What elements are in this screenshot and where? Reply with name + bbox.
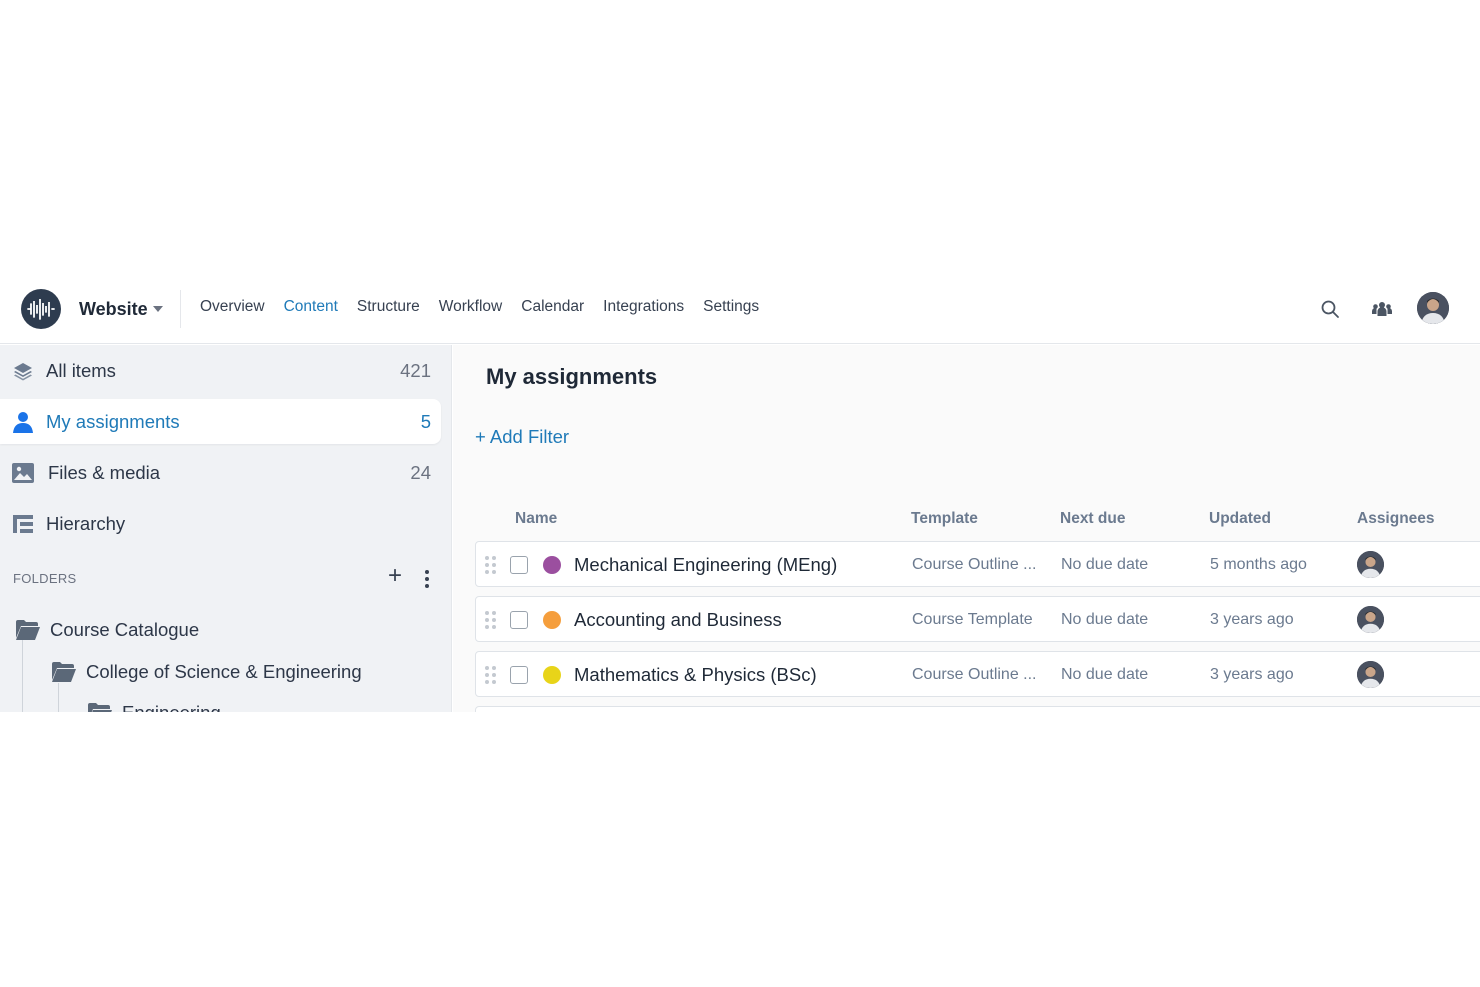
header-divider xyxy=(180,290,181,328)
main-content: My assignments + Add Filter Name Templat… xyxy=(453,345,1480,712)
item-name[interactable]: Mechanical Engineering (MEng) xyxy=(574,554,837,576)
sidebar: All items 421 My assignments 5 Files & m… xyxy=(0,345,452,712)
sidebar-item-count: 5 xyxy=(420,410,431,432)
status-dot xyxy=(543,556,561,574)
nav-settings[interactable]: Settings xyxy=(703,298,759,316)
user-avatar[interactable] xyxy=(1417,292,1449,324)
app-logo[interactable] xyxy=(21,289,61,329)
folder-label: Engineering xyxy=(122,702,221,712)
add-filter-button[interactable]: + Add Filter xyxy=(475,426,569,448)
nav-workflow[interactable]: Workflow xyxy=(439,298,502,316)
folder-engineering[interactable]: Engineering xyxy=(88,699,221,712)
item-updated: 3 years ago xyxy=(1210,666,1294,683)
folder-label: Course Catalogue xyxy=(50,619,200,640)
table-row[interactable]: Accounting and Business Course Template … xyxy=(475,596,1480,642)
user-icon xyxy=(12,411,34,433)
nav-content[interactable]: Content xyxy=(284,298,338,316)
column-header-assignees[interactable]: Assignees xyxy=(1357,510,1435,528)
row-checkbox[interactable] xyxy=(510,556,528,574)
item-next-due: No due date xyxy=(1061,556,1149,573)
app-window: Website Overview Content Structure Workf… xyxy=(0,272,1480,712)
sidebar-item-my-assignments[interactable]: My assignments 5 xyxy=(0,399,441,444)
item-template: Course Outline ... xyxy=(912,666,1037,683)
nav-overview[interactable]: Overview xyxy=(200,298,265,316)
table-row[interactable]: Mathematics & Physics (BSc) Course Outli… xyxy=(475,651,1480,697)
nav-integrations[interactable]: Integrations xyxy=(603,298,684,316)
row-checkbox[interactable] xyxy=(510,611,528,629)
folder-college-science-engineering[interactable]: College of Science & Engineering xyxy=(52,658,362,686)
column-header-template[interactable]: Template xyxy=(911,510,978,528)
hierarchy-icon xyxy=(12,513,34,535)
sidebar-item-label: My assignments xyxy=(46,410,180,432)
add-folder-button[interactable]: + xyxy=(385,564,405,588)
page-title: My assignments xyxy=(486,364,658,389)
table-row[interactable] xyxy=(475,706,1480,712)
nav-structure[interactable]: Structure xyxy=(357,298,420,316)
folders-heading: FOLDERS xyxy=(13,571,77,586)
item-updated: 5 months ago xyxy=(1210,556,1307,573)
more-options-icon[interactable] xyxy=(420,567,434,591)
folder-course-catalogue[interactable]: Course Catalogue xyxy=(16,616,199,644)
folder-open-icon xyxy=(16,620,40,640)
waveform-icon xyxy=(27,299,55,320)
assignee-avatar[interactable] xyxy=(1357,551,1384,578)
sidebar-item-hierarchy[interactable]: Hierarchy xyxy=(0,501,441,546)
item-next-due: No due date xyxy=(1061,666,1149,683)
main-nav: Overview Content Structure Workflow Cale… xyxy=(200,298,778,316)
sidebar-item-label: Hierarchy xyxy=(46,512,126,534)
table-row[interactable]: Mechanical Engineering (MEng) Course Out… xyxy=(475,541,1480,587)
column-header-name[interactable]: Name xyxy=(515,510,557,528)
folder-label: College of Science & Engineering xyxy=(86,661,362,682)
item-next-due: No due date xyxy=(1061,611,1149,628)
folder-open-icon xyxy=(52,662,76,682)
nav-calendar[interactable]: Calendar xyxy=(521,298,584,316)
assignee-avatar[interactable] xyxy=(1357,606,1384,633)
drag-handle-icon[interactable] xyxy=(485,611,497,629)
layers-icon xyxy=(12,360,34,382)
tree-guide-line xyxy=(58,683,59,712)
drag-handle-icon[interactable] xyxy=(485,666,497,684)
item-template: Course Outline ... xyxy=(912,556,1037,573)
tree-guide-line xyxy=(22,639,23,712)
image-icon xyxy=(12,462,34,484)
team-icon[interactable] xyxy=(1370,297,1394,321)
sidebar-item-label: All items xyxy=(46,359,116,381)
site-name: Website xyxy=(79,298,148,319)
item-template: Course Template xyxy=(912,611,1033,628)
column-header-updated[interactable]: Updated xyxy=(1209,510,1271,528)
sidebar-item-count: 421 xyxy=(400,359,431,381)
item-updated: 3 years ago xyxy=(1210,611,1294,628)
row-checkbox[interactable] xyxy=(510,666,528,684)
column-header-next-due[interactable]: Next due xyxy=(1060,510,1125,528)
drag-handle-icon[interactable] xyxy=(485,556,497,574)
site-switcher[interactable]: Website xyxy=(79,296,163,322)
sidebar-item-files-media[interactable]: Files & media 24 xyxy=(0,450,441,495)
status-dot xyxy=(543,666,561,684)
sidebar-item-label: Files & media xyxy=(48,461,161,483)
status-dot xyxy=(543,611,561,629)
sidebar-item-count: 24 xyxy=(410,461,431,483)
sidebar-item-all-items[interactable]: All items 421 xyxy=(0,348,441,393)
assignee-avatar[interactable] xyxy=(1357,661,1384,688)
item-name[interactable]: Accounting and Business xyxy=(574,609,782,631)
item-name[interactable]: Mathematics & Physics (BSc) xyxy=(574,664,817,686)
top-header: Website Overview Content Structure Workf… xyxy=(0,272,1480,344)
folder-open-icon xyxy=(88,703,112,712)
caret-down-icon xyxy=(152,306,163,312)
search-icon[interactable] xyxy=(1318,297,1342,321)
